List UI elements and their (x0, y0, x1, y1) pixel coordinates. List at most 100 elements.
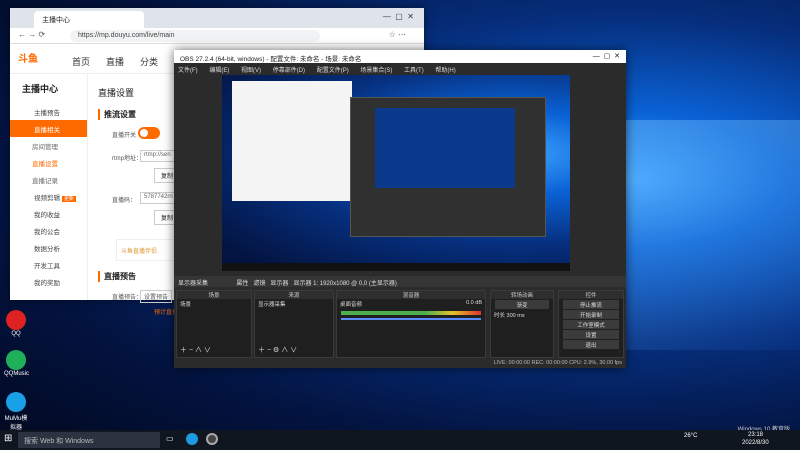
start-recording-button[interactable]: 开始录制 (563, 310, 619, 319)
stop-stream-button[interactable]: 停止推流 (563, 300, 619, 309)
menu-help[interactable]: 帮助(H) (435, 68, 455, 74)
scene-controls-icon[interactable]: ＋ − ∧ ∨ (180, 345, 211, 355)
edge-icon[interactable] (186, 433, 198, 445)
douyu-logo[interactable]: 斗鱼 (18, 50, 58, 68)
track-label: 桌面音频 (340, 302, 363, 308)
sources-dock: 来源 显示器采集 ＋ − ⚙ ∧ ∨ (254, 290, 334, 358)
audio-meter (341, 311, 481, 315)
menu-docks[interactable]: 停靠部件(D) (273, 68, 305, 74)
source-item[interactable]: 显示器采集 (255, 299, 333, 309)
source-controls-icon[interactable]: ＋ − ⚙ ∧ ∨ (258, 345, 297, 355)
exit-button[interactable]: 退出 (563, 340, 619, 349)
url-input[interactable]: https://mp.douyu.com/live/main (70, 30, 320, 42)
tab-title: 主播中心 (42, 17, 70, 24)
set-preview-button[interactable]: 设置预告 (140, 290, 173, 303)
dock-title: 来源 (255, 291, 333, 299)
desktop-icon-mumu[interactable]: MuMu模拟器 (4, 392, 28, 431)
duration-input[interactable]: 300 ms (507, 313, 525, 319)
window-controls[interactable]: — ▢ ✕ (593, 52, 620, 60)
sidebar: 主播中心 主播预告 直播相关 房间管理 直播设置 直播记录 视频剪辑 更新 我的… (10, 74, 88, 300)
clock-date[interactable]: 2022/8/30 (742, 440, 769, 446)
sidebar-title: 主播中心 (22, 84, 59, 94)
menu-view[interactable]: 视图(V) (241, 68, 261, 74)
controls-dock: 控件 停止推流 开始录制 工作室模式 设置 退出 (558, 290, 624, 358)
properties-button[interactable]: 属性 (236, 281, 248, 287)
row-label: 直播码： (112, 198, 137, 204)
sidebar-item-rewards[interactable]: 我的奖励 (10, 273, 87, 290)
scenes-dock: 场景 场景 ＋ − ∧ ∨ (176, 290, 252, 358)
scene-item[interactable]: 场景 (177, 299, 251, 309)
row-label: 直播开关 (112, 133, 137, 139)
dock-title: 混音器 (337, 291, 485, 299)
nav-category[interactable]: 分类 (140, 55, 158, 68)
mumu-icon (6, 392, 26, 412)
transition-select[interactable]: 渐变 (495, 300, 549, 309)
menu-tools[interactable]: 工具(T) (404, 68, 424, 74)
display-select[interactable]: 显示器 1: 1920x1080 @ 0,0 (主显示器) (293, 281, 396, 287)
sidebar-item-settings[interactable]: 直播设置 (10, 154, 87, 171)
menu-edit[interactable]: 编辑(E) (209, 68, 229, 74)
obs-statusbar: LIVE: 00:00:00 REC: 00:00:00 CPU: 2.9%, … (174, 358, 626, 368)
studio-mode-button[interactable]: 工作室模式 (563, 320, 619, 329)
obs-window: OBS 27.2.4 (64-bit, windows) - 配置文件: 未命名… (174, 50, 626, 368)
dock-title: 场景 (177, 291, 251, 299)
clock-time[interactable]: 23:18 (748, 432, 763, 438)
volume-slider[interactable] (341, 318, 481, 320)
live-toggle[interactable] (138, 127, 160, 139)
sidebar-item-label: 视频剪辑 (34, 195, 60, 202)
dock-title: 转场动画 (491, 291, 553, 299)
sidebar-item-room[interactable]: 房间管理 (10, 137, 87, 154)
duration-label: 时长 (494, 313, 506, 319)
sidebar-item-preview[interactable]: 主播预告 (10, 103, 87, 120)
qq-icon (6, 310, 26, 330)
sidebar-item-income[interactable]: 我的收益 (10, 205, 87, 222)
update-badge: 更新 (61, 196, 76, 202)
wallpaper-light (600, 120, 800, 350)
obs-menubar: 文件(F) 编辑(E) 视图(V) 停靠部件(D) 配置文件(P) 场景集合(S… (174, 63, 626, 74)
menu-profile[interactable]: 配置文件(P) (317, 68, 349, 74)
browser-tab[interactable]: 主播中心 (34, 11, 144, 28)
sidebar-item-live[interactable]: 直播相关 (10, 120, 87, 137)
sidebar-item-video[interactable]: 视频剪辑 更新 (10, 188, 87, 205)
display-label: 显示器 (270, 281, 289, 287)
dock-title: 控件 (559, 291, 623, 299)
track-level: 0.0 dB (466, 300, 482, 306)
sidebar-item-guild[interactable]: 我的公会 (10, 222, 87, 239)
start-icon[interactable]: ⊞ (4, 433, 12, 444)
nav-arrows-icon[interactable]: ← → ⟳ (18, 30, 45, 39)
sidebar-item-tools[interactable]: 开发工具 (10, 256, 87, 273)
obs-preview-canvas[interactable] (222, 75, 570, 271)
row-label: 直播预告： (112, 295, 143, 301)
window-controls[interactable]: — ▢ ✕ (383, 12, 414, 21)
menu-file[interactable]: 文件(F) (178, 68, 198, 74)
taskbar-search[interactable]: 搜索 Web 和 Windows (18, 432, 160, 448)
obs-title: OBS 27.2.4 (64-bit, windows) - 配置文件: 未命名… (180, 56, 362, 63)
qqmusic-icon (6, 350, 26, 370)
nav-live[interactable]: 直播 (106, 55, 124, 68)
desktop-icon-label: QQ (11, 331, 21, 337)
address-bar-row: ← → ⟳ https://mp.douyu.com/live/main ☆ ⋯ (10, 28, 424, 44)
menu-scene-collection[interactable]: 场景集合(S) (360, 68, 392, 74)
taskbar: ⊞ 搜索 Web 和 Windows ▭ 26°C 23:18 2022/8/3… (0, 430, 800, 450)
sidebar-item-data[interactable]: 数据分析 (10, 239, 87, 256)
preview-obs-recursion (350, 97, 546, 237)
obs-titlebar: OBS 27.2.4 (64-bit, windows) - 配置文件: 未命名… (174, 50, 626, 63)
browser-tabbar: 主播中心 — ▢ ✕ (10, 8, 424, 28)
obs-taskbar-icon[interactable] (206, 433, 218, 445)
desktop-icon-label: MuMu模拟器 (4, 416, 28, 431)
desktop-icon-qqmusic[interactable]: QQMusic (4, 350, 29, 377)
browser-toolbar-icons[interactable]: ☆ ⋯ (389, 30, 406, 39)
source-bar-label: 显示器采集 (178, 281, 209, 287)
nav-home[interactable]: 首页 (72, 55, 90, 68)
preview-taskbar (222, 263, 570, 271)
sidebar-item-records[interactable]: 直播记录 (10, 171, 87, 188)
mixer-dock: 混音器 桌面音频 0.0 dB (336, 290, 486, 358)
desktop-icon-qq[interactable]: QQ (4, 310, 28, 337)
filters-button[interactable]: 滤镜 (253, 281, 265, 287)
obs-source-toolbar: 显示器采集 属性 滤镜 显示器 显示器 1: 1920x1080 @ 0,0 (… (174, 276, 626, 287)
row-label: rtmp地址： (112, 156, 143, 162)
preview-browser-thumbnail (232, 81, 352, 201)
weather-temp: 26°C (684, 433, 698, 439)
settings-button[interactable]: 设置 (563, 330, 619, 339)
task-view-icon[interactable]: ▭ (166, 434, 174, 443)
